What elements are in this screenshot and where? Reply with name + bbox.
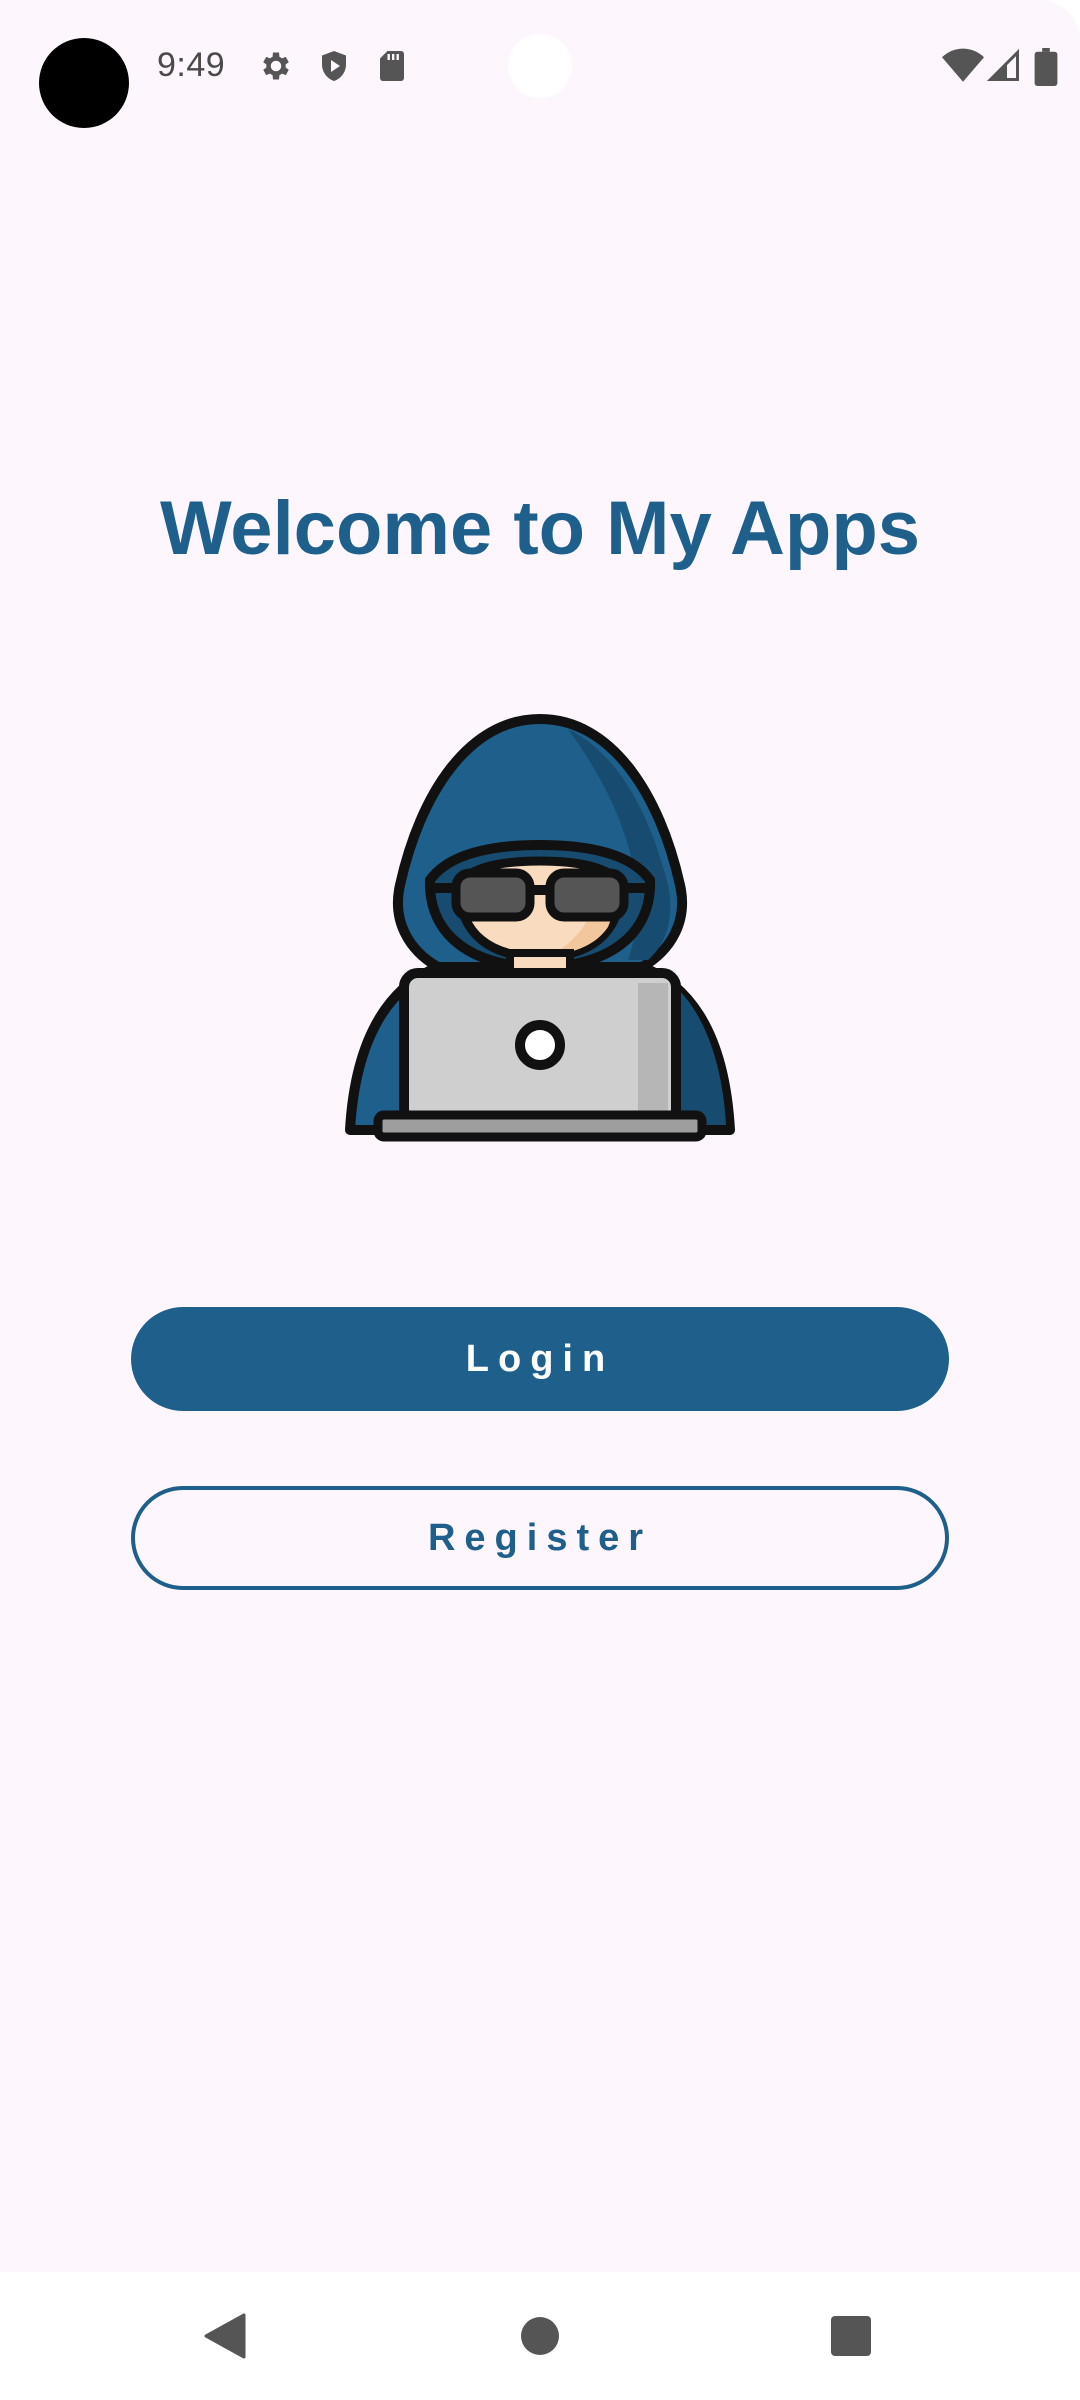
nav-recents-button[interactable]: [791, 2272, 911, 2400]
back-icon: [204, 2313, 246, 2359]
settings-icon: [263, 52, 289, 80]
welcome-title: Welcome to My Apps: [159, 486, 921, 571]
cellular-signal-icon: [986, 48, 1019, 81]
battery-icon: [1034, 48, 1058, 86]
hacker-illustration: [345, 714, 735, 1142]
camera-cutout: [39, 38, 129, 128]
status-time: 9:49: [157, 46, 226, 84]
recents-icon: [831, 2316, 871, 2356]
sd-card-icon: [380, 51, 404, 81]
register-button[interactable]: Register: [131, 1486, 949, 1590]
home-icon: [521, 2317, 559, 2355]
front-sensor: [508, 34, 572, 98]
nav-home-button[interactable]: [480, 2272, 600, 2400]
shield-play-icon: [322, 51, 346, 81]
login-button[interactable]: Login: [131, 1307, 949, 1411]
app-screen: 9:49 Welcome to My Apps Login Register: [0, 0, 1080, 2400]
navigation-bar: [0, 2272, 1080, 2400]
status-bar: 9:49: [0, 0, 1080, 130]
wifi-icon: [942, 48, 984, 82]
nav-back-button[interactable]: [166, 2272, 286, 2400]
